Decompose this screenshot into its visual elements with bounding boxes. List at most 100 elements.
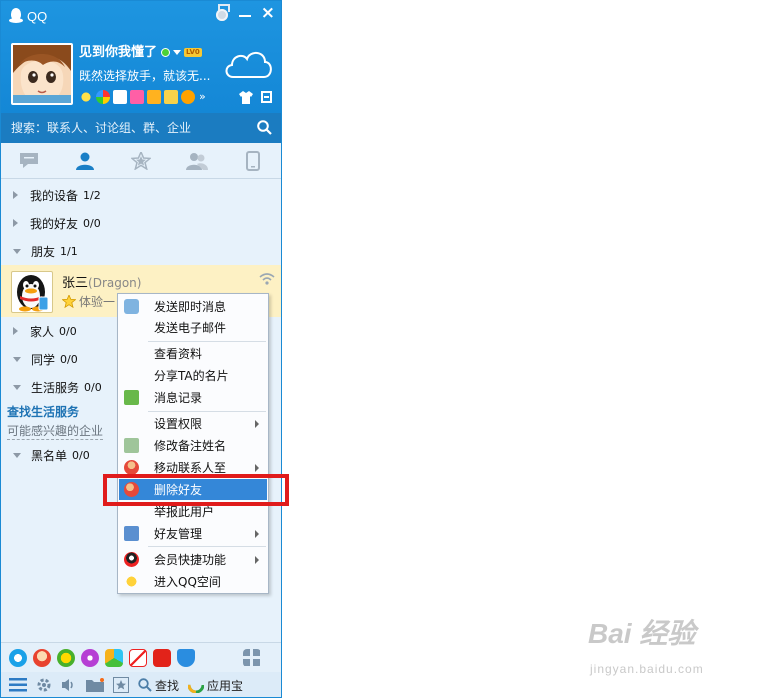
menu-item-label: 发送即时消息	[154, 300, 227, 314]
group-my-devices[interactable]: 我的设备 1/2	[1, 181, 281, 209]
groups-icon	[186, 152, 208, 170]
app-manager-icon[interactable]	[261, 91, 272, 103]
collapsed-arrow-icon	[13, 327, 18, 335]
expanded-arrow-icon	[13, 384, 21, 390]
watermark: Bai 经验 jingyan.baidu.com	[588, 612, 703, 676]
contact-name-text: 张三	[62, 276, 89, 291]
app-icon[interactable]	[130, 90, 144, 104]
tab-messages[interactable]	[1, 143, 57, 178]
find-service-link[interactable]: 查找生活服务	[7, 403, 79, 420]
menu-item-label: 会员快捷功能	[154, 553, 227, 567]
music-icon[interactable]	[57, 648, 75, 667]
vip-penguin-icon	[124, 552, 139, 567]
find-button[interactable]: 查找	[138, 677, 179, 694]
menu-item-label: 消息记录	[154, 391, 203, 405]
wifi-online-icon	[259, 273, 275, 285]
menu-item-message-history[interactable]: 消息记录	[119, 387, 267, 408]
mail-icon[interactable]	[113, 90, 127, 104]
qzone-icon[interactable]	[96, 90, 110, 104]
menu-separator	[148, 546, 266, 547]
menu-item-permissions[interactable]: 设置权限	[119, 413, 267, 434]
game-icon[interactable]	[181, 90, 195, 104]
more-apps-icon[interactable]: »	[199, 90, 206, 104]
cart-icon[interactable]	[147, 90, 161, 104]
tab-groups[interactable]	[169, 143, 225, 178]
collection-star-icon[interactable]	[113, 677, 129, 693]
menu-item-share-card[interactable]: 分享TA的名片	[119, 365, 267, 386]
highlight-annotation-box	[103, 474, 289, 506]
main-menu-icon[interactable]	[9, 678, 27, 692]
search-icon[interactable]	[257, 120, 272, 135]
wallet-icon[interactable]	[164, 90, 178, 104]
online-status-icon[interactable]	[161, 48, 171, 57]
tab-devices[interactable]	[225, 143, 281, 178]
profile-header: QQ × 见到你我懂了 LV0 既然选择放手，就该无... »	[1, 1, 281, 113]
settings-gear-icon[interactable]	[36, 677, 52, 693]
flower-icon[interactable]	[81, 648, 99, 667]
app-store-button[interactable]: 应用宝	[188, 677, 243, 694]
menu-item-edit-remark[interactable]: 修改备注姓名	[119, 435, 267, 456]
contact-remark: (Dragon)	[88, 276, 142, 290]
app-grid-icon[interactable]	[243, 648, 261, 667]
message-record-icon	[124, 390, 139, 405]
menu-item-label: 查看资料	[154, 347, 203, 361]
interested-companies-link[interactable]: 可能感兴趣的企业	[7, 422, 104, 440]
find-label: 查找	[155, 678, 180, 693]
main-tabs	[1, 143, 281, 179]
group-my-friends[interactable]: 我的好友 0/0	[1, 209, 281, 237]
file-folder-icon[interactable]	[86, 678, 104, 692]
search-input[interactable]	[1, 113, 251, 143]
bottom-toolbar: 查找 应用宝	[1, 672, 281, 697]
qq-penguin-logo-icon	[9, 8, 23, 24]
security-shield-icon[interactable]	[177, 648, 195, 667]
group-friends[interactable]: 朋友 1/1	[1, 237, 281, 265]
status-dropdown-icon[interactable]	[173, 50, 182, 55]
medal-icon[interactable]	[215, 4, 230, 22]
tab-favorites[interactable]	[113, 143, 169, 178]
weather-cloud-icon[interactable]	[223, 47, 273, 79]
window-controls: ×	[215, 4, 275, 22]
nickname[interactable]: 见到你我懂了 LV0	[79, 41, 202, 60]
watermark-logo: Bai 经验	[588, 618, 696, 649]
signature[interactable]: 既然选择放手，就该无...	[79, 67, 210, 84]
find-icon	[138, 678, 152, 692]
move-contact-icon	[124, 460, 139, 475]
minimize-button[interactable]	[238, 15, 251, 17]
contact-avatar[interactable]	[11, 271, 53, 313]
stock-chart-icon[interactable]	[129, 648, 147, 667]
favorite-star-icon[interactable]	[79, 90, 93, 104]
app-title: QQ	[27, 8, 48, 24]
collapsed-arrow-icon	[13, 219, 18, 227]
menu-item-view-profile[interactable]: 查看资料	[119, 343, 267, 364]
level-badge[interactable]: LV0	[184, 48, 202, 57]
app-store-icon	[188, 677, 205, 693]
title-bar: QQ	[9, 6, 47, 26]
video-play-icon[interactable]	[105, 648, 123, 667]
group-name: 我的设备	[30, 188, 79, 203]
volume-icon[interactable]	[61, 678, 77, 692]
menu-item-friend-management[interactable]: 好友管理	[119, 523, 267, 544]
group-name: 朋友	[31, 244, 56, 259]
user-avatar[interactable]	[11, 43, 73, 105]
messages-icon	[20, 152, 38, 168]
group-count: 0/0	[84, 380, 102, 394]
tab-contacts[interactable]	[57, 143, 113, 178]
qq-game-icon[interactable]	[33, 648, 51, 667]
friend-manage-icon	[124, 526, 139, 541]
jd-icon[interactable]	[153, 648, 171, 667]
search-bar	[1, 113, 281, 143]
vip-star-icon[interactable]	[62, 295, 76, 308]
close-button[interactable]: ×	[261, 5, 275, 22]
group-name: 家人	[30, 324, 55, 339]
chat-bubble-icon	[124, 299, 139, 314]
qq-browser-icon[interactable]	[9, 648, 27, 667]
group-count: 0/0	[59, 324, 77, 338]
shirt-icon[interactable]	[239, 91, 253, 104]
menu-item-send-message[interactable]: 发送即时消息	[119, 296, 267, 317]
devices-icon	[246, 150, 260, 171]
menu-item-send-email[interactable]: 发送电子邮件	[119, 317, 267, 338]
menu-item-vip-shortcuts[interactable]: 会员快捷功能	[119, 549, 267, 570]
menu-item-qzone[interactable]: 进入QQ空间	[119, 571, 267, 592]
qzone-star-icon	[124, 574, 139, 589]
contact-name: 张三(Dragon)	[62, 272, 141, 291]
